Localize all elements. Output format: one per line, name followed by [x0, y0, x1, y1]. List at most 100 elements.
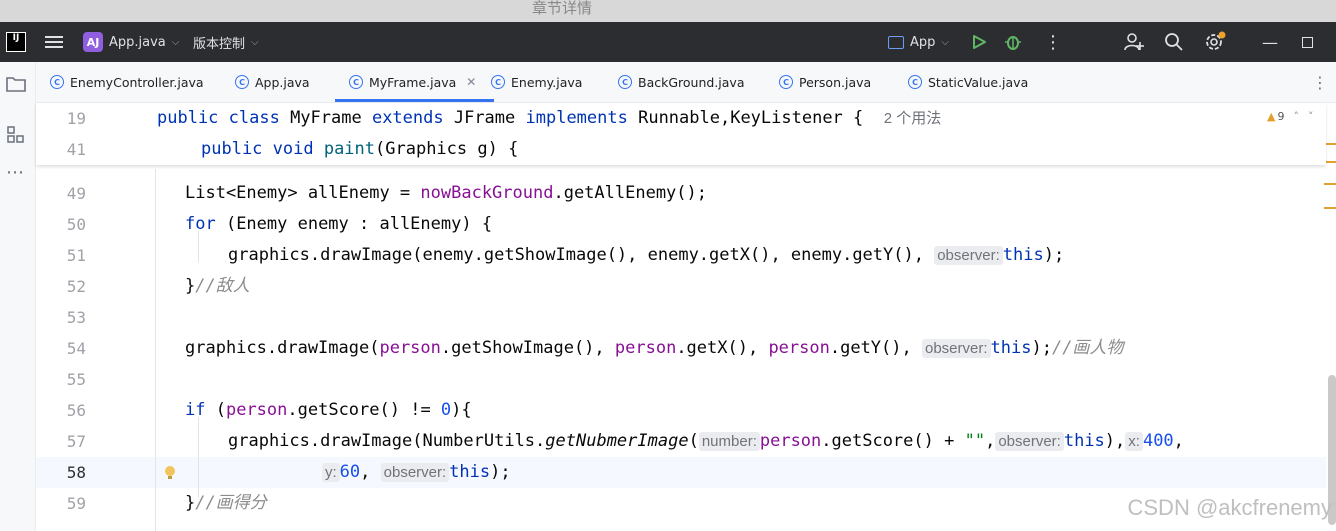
token: this: [1063, 431, 1105, 451]
token: }: [185, 493, 196, 513]
token: paint: [323, 139, 376, 159]
run-config-selector[interactable]: App ⌵: [888, 22, 949, 62]
token: graphics.drawImage(: [185, 338, 380, 358]
token: .getY(),: [829, 338, 922, 358]
warning-icon: ▲: [1267, 110, 1276, 123]
tab-label: App.java: [255, 74, 310, 90]
app-logo-icon[interactable]: IJ: [6, 22, 26, 62]
lightbulb-icon[interactable]: [164, 465, 176, 485]
token: );: [1031, 338, 1052, 358]
more-tools-icon[interactable]: ⋯: [6, 162, 24, 183]
comment: //画人物: [1051, 338, 1124, 358]
code-text: List<Enemy> allEnemy = nowBackGround.get…: [185, 178, 707, 209]
token: .getX(),: [676, 338, 769, 358]
token: .getScore() !=: [287, 400, 441, 420]
token: (: [688, 431, 699, 451]
parameter-hint: number:: [698, 432, 760, 451]
token: "": [964, 431, 986, 451]
run-button[interactable]: [971, 22, 987, 62]
tab-label: BackGround.java: [638, 74, 745, 90]
vcs-label: 版本控制: [193, 36, 246, 52]
warning-count: 9: [1277, 110, 1285, 123]
project-tool-button[interactable]: [6, 76, 26, 96]
token: person: [379, 338, 441, 358]
token: );: [1043, 245, 1065, 265]
comment: //敌人: [195, 276, 250, 296]
more-actions-icon[interactable]: ⋮: [1044, 22, 1062, 62]
line-number: 53: [66, 308, 86, 327]
code-text: graphics.drawImage(enemy.getShowImage(),…: [228, 240, 1064, 271]
token: implements: [525, 108, 639, 128]
vcs-menu[interactable]: 版本控制 ⌵: [193, 22, 259, 62]
structure-tool-button[interactable]: [7, 126, 25, 148]
tab-enemy[interactable]: C Enemy.java: [491, 62, 582, 102]
main-menu-icon[interactable]: [45, 22, 63, 62]
search-icon: [1165, 33, 1183, 51]
editor-tab-bar: C EnemyController.java C App.java C MyFrame…: [36, 62, 1336, 103]
chevron-down-icon: ⌵: [941, 36, 949, 48]
window-title: 章节详情: [532, 0, 593, 17]
token: );: [490, 462, 511, 482]
token: .getShowImage(),: [440, 338, 615, 358]
tab-background[interactable]: C BackGround.java: [618, 62, 745, 102]
code-line: 54 graphics.drawImage(person.getShowImag…: [36, 333, 1326, 364]
inspection-widget[interactable]: ▲ 9 ˄ ˅: [1267, 110, 1313, 123]
token: List<Enemy> allEnemy =: [185, 183, 421, 203]
code-text: }//敌人: [185, 271, 250, 302]
search-button[interactable]: [1164, 22, 1184, 62]
tab-app[interactable]: C App.java: [235, 62, 310, 102]
comment: //画得分: [195, 493, 267, 513]
project-badge: AJ: [83, 32, 103, 52]
token: if: [185, 400, 216, 420]
line-number: 59: [66, 494, 86, 513]
line-number: 57: [66, 432, 86, 451]
maximize-button[interactable]: [1302, 22, 1313, 62]
parameter-hint: observer:: [995, 432, 1064, 451]
token: this: [1002, 245, 1044, 265]
code-line: 58 y: 60, observer: this);: [36, 457, 1326, 488]
line-number: 56: [66, 401, 86, 420]
token: public class: [157, 108, 291, 128]
main-toolbar: IJ AJ App.java ⌵ 版本控制 ⌵ App ⌵ ⋮ —: [0, 22, 1336, 62]
tab-label: EnemyController.java: [70, 74, 204, 90]
window-title-bar: 章节详情: [0, 0, 1336, 22]
code-line: 53: [36, 302, 1326, 333]
class-icon: C: [349, 75, 363, 89]
parameter-hint: y:: [322, 463, 340, 482]
tab-enemycontroller[interactable]: C EnemyController.java: [50, 62, 204, 102]
tab-staticvalue[interactable]: C StaticValue.java: [908, 62, 1028, 102]
minimize-button[interactable]: —: [1262, 22, 1278, 62]
class-icon: C: [491, 75, 505, 89]
token: nowBackGround: [420, 183, 554, 203]
run-config-icon: [888, 35, 904, 49]
debug-button[interactable]: [1004, 22, 1022, 62]
settings-button[interactable]: [1204, 22, 1226, 62]
project-selector[interactable]: AJ App.java ⌵: [83, 22, 179, 62]
token: ),: [1104, 431, 1126, 451]
add-user-button[interactable]: [1124, 22, 1144, 62]
token: graphics.drawImage(enemy.getShowImage(),…: [228, 245, 935, 265]
left-tool-strip: ⋯: [0, 62, 36, 531]
parameter-hint: observer:: [380, 463, 450, 482]
line-number: 58: [66, 463, 86, 482]
parameter-hint: observer:: [934, 246, 1003, 265]
tab-myframe[interactable]: C MyFrame.java ✕: [334, 62, 495, 102]
chevron-down-icon: ⌵: [171, 36, 180, 48]
chevron-up-icon[interactable]: ˄: [1293, 110, 1299, 123]
close-tab-icon[interactable]: ✕: [466, 75, 476, 89]
token: ,: [985, 431, 996, 451]
chevron-down-icon: ⌵: [251, 36, 259, 48]
tab-options-icon[interactable]: ⋮: [1312, 62, 1328, 102]
code-text: public class MyFrame extends JFrame impl…: [157, 103, 941, 134]
tab-person[interactable]: C Person.java: [779, 62, 871, 102]
chevron-down-icon[interactable]: ˅: [1308, 110, 1314, 123]
code-text: graphics.drawImage(NumberUtils.getNubmer…: [228, 426, 1184, 457]
token: this: [990, 338, 1032, 358]
line-number: 49: [66, 184, 86, 203]
token: (Graphics g) {: [375, 139, 519, 159]
token: person: [225, 400, 288, 420]
code-editor[interactable]: 19 public class MyFrame extends JFrame i…: [36, 103, 1336, 531]
line-number: 19: [66, 109, 86, 128]
sticky-header[interactable]: 19 public class MyFrame extends JFrame i…: [36, 103, 1326, 165]
usages-hint[interactable]: 2 个用法: [884, 110, 942, 127]
